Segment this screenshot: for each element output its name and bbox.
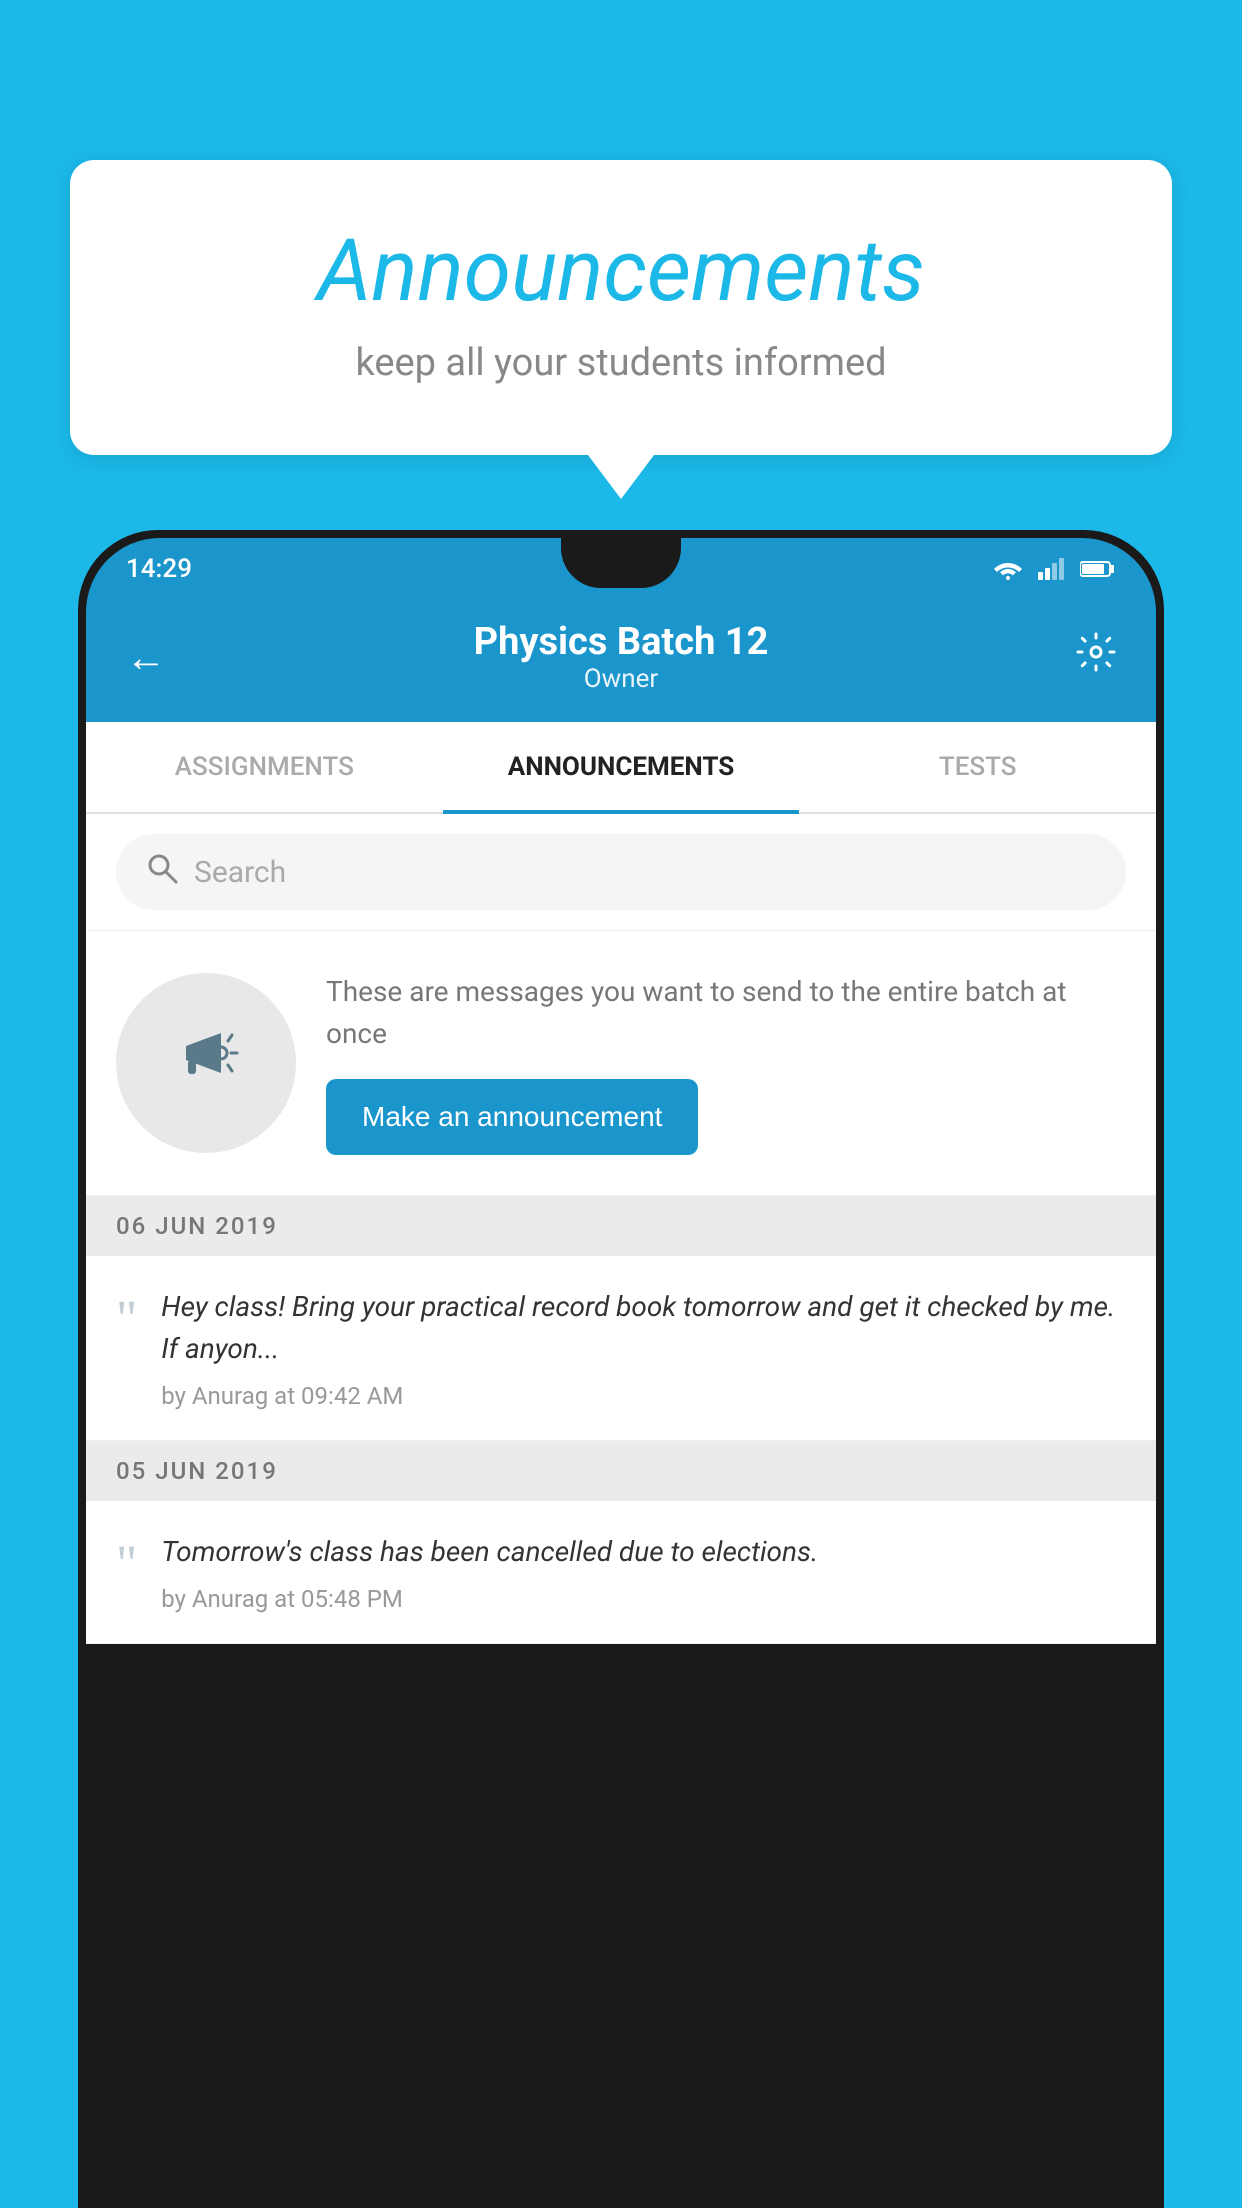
- wifi-icon: [992, 558, 1024, 580]
- phone-inner: 14:29: [86, 538, 1156, 2200]
- settings-button[interactable]: [1076, 632, 1116, 683]
- date-label-1: 06 JUN 2019: [116, 1212, 278, 1240]
- date-separator-2: 05 JUN 2019: [86, 1441, 1156, 1501]
- app-header: ← Physics Batch 12 Owner: [86, 600, 1156, 722]
- speech-bubble: Announcements keep all your students inf…: [70, 160, 1172, 455]
- phone-frame: 14:29: [78, 530, 1164, 2208]
- phone-content: Search: [86, 814, 1156, 1644]
- megaphone-icon: [166, 1013, 246, 1113]
- battery-icon: [1080, 560, 1116, 578]
- announcement-text-2: Tomorrow's class has been cancelled due …: [161, 1531, 1126, 1573]
- quote-icon-1: ": [116, 1294, 137, 1346]
- search-bar-container: Search: [86, 814, 1156, 931]
- announcement-text-1: Hey class! Bring your practical record b…: [161, 1286, 1126, 1370]
- bubble-subtitle: keep all your students informed: [150, 341, 1092, 385]
- speech-bubble-section: Announcements keep all your students inf…: [70, 160, 1172, 455]
- status-time: 14:29: [126, 554, 192, 584]
- signal-icon: [1038, 558, 1066, 580]
- bubble-title: Announcements: [150, 220, 1092, 321]
- notch: [561, 538, 681, 588]
- date-label-2: 05 JUN 2019: [116, 1457, 278, 1485]
- announcement-item-1[interactable]: " Hey class! Bring your practical record…: [86, 1256, 1156, 1441]
- announcement-item-2[interactable]: " Tomorrow's class has been cancelled du…: [86, 1501, 1156, 1644]
- search-icon: [146, 852, 178, 892]
- quote-icon-2: ": [116, 1539, 137, 1591]
- make-announcement-button[interactable]: Make an announcement: [326, 1079, 698, 1155]
- tab-bar: ASSIGNMENTS ANNOUNCEMENTS TESTS: [86, 722, 1156, 814]
- announcement-body-1: Hey class! Bring your practical record b…: [161, 1286, 1126, 1410]
- header-title: Physics Batch 12: [474, 620, 769, 664]
- back-button[interactable]: ←: [126, 634, 166, 681]
- status-bar: 14:29: [86, 538, 1156, 600]
- search-placeholder: Search: [194, 855, 286, 890]
- date-separator-1: 06 JUN 2019: [86, 1196, 1156, 1256]
- announcement-meta-2: by Anurag at 05:48 PM: [161, 1585, 1126, 1613]
- tab-tests[interactable]: TESTS: [799, 722, 1156, 812]
- tab-announcements[interactable]: ANNOUNCEMENTS: [443, 722, 800, 812]
- announcement-meta-1: by Anurag at 09:42 AM: [161, 1382, 1126, 1410]
- announce-right: These are messages you want to send to t…: [326, 971, 1126, 1155]
- status-icons: [992, 558, 1116, 580]
- announce-description: These are messages you want to send to t…: [326, 971, 1126, 1055]
- header-subtitle: Owner: [474, 664, 769, 694]
- header-center: Physics Batch 12 Owner: [474, 620, 769, 694]
- announcement-prompt: These are messages you want to send to t…: [86, 931, 1156, 1196]
- announce-icon-circle: [116, 973, 296, 1153]
- tab-assignments[interactable]: ASSIGNMENTS: [86, 722, 443, 812]
- search-input-wrap[interactable]: Search: [116, 834, 1126, 910]
- announcement-body-2: Tomorrow's class has been cancelled due …: [161, 1531, 1126, 1613]
